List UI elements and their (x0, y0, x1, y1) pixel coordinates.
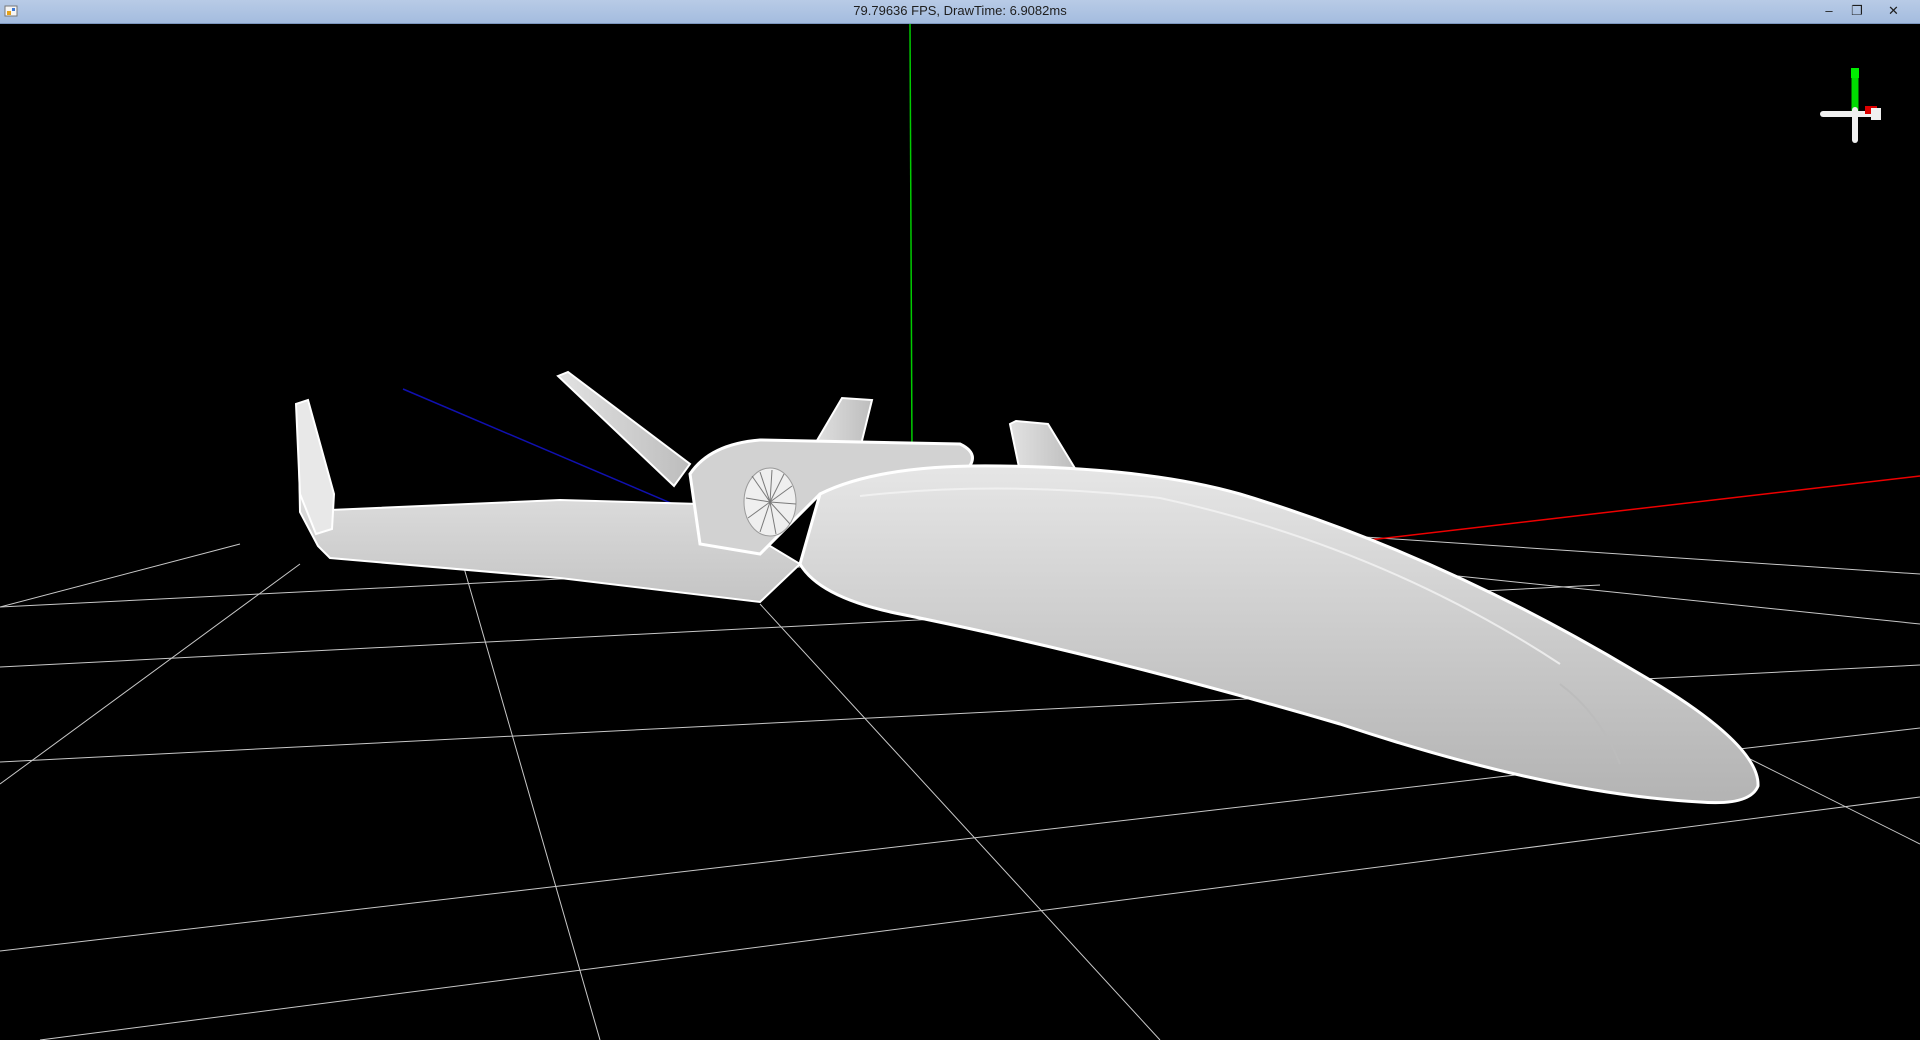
close-button[interactable]: ✕ (1871, 1, 1916, 21)
vertical-fin-right (1008, 419, 1078, 474)
x-axis (1359, 475, 1920, 542)
window-title: 79.79636 FPS, DrawTime: 6.9082ms (853, 3, 1067, 18)
restore-button[interactable]: ❐ (1843, 1, 1871, 21)
title-bar[interactable]: 79.79636 FPS, DrawTime: 6.9082ms – ❐ ✕ (0, 0, 1920, 24)
minimize-button[interactable]: – (1815, 1, 1843, 21)
axis-gizmo-icon (1820, 68, 1881, 143)
y-axis (909, 24, 913, 455)
rear-stabilizer (556, 370, 692, 488)
3d-viewport[interactable] (0, 24, 1920, 1040)
scene (0, 24, 1920, 1040)
